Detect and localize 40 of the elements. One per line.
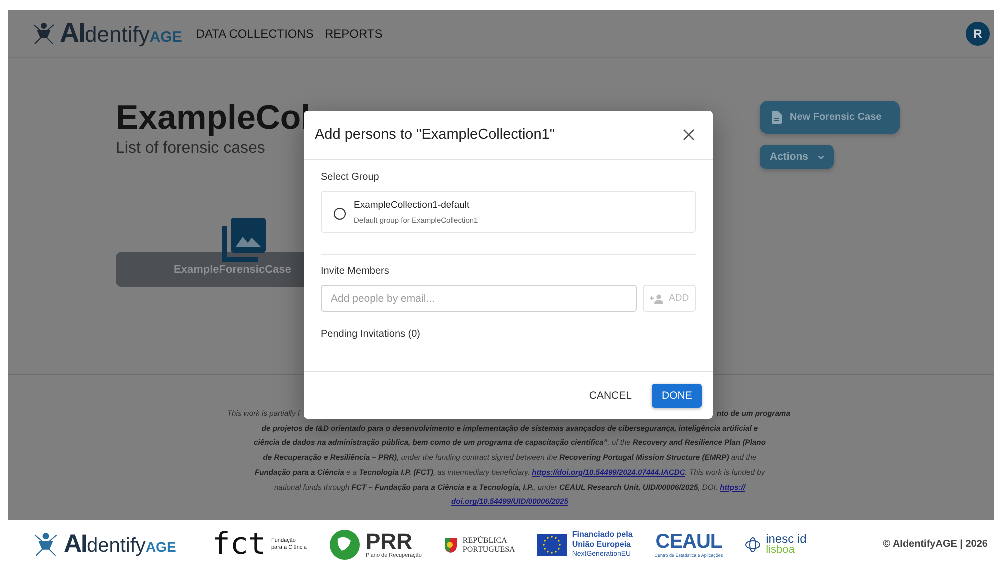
dialog-title: Add persons to "ExampleCollection1": [315, 127, 556, 143]
logo-wordmark[interactable]: AIdentifyAGE: [60, 18, 182, 49]
new-forensic-case-button[interactable]: New Forensic Case: [760, 101, 900, 134]
actions-button[interactable]: Actions: [760, 145, 834, 169]
eu-flag-icon: [537, 534, 568, 556]
ceaul-logo-text: CEAUL: [656, 532, 722, 552]
radio-button[interactable]: [334, 208, 346, 220]
case-name: ExampleForensicCase: [174, 264, 292, 276]
document-icon: [772, 111, 782, 124]
copyright-text: © AIdentifyAGE | 2026: [883, 539, 988, 550]
logo-caption: REPÚBLICA: [462, 536, 508, 544]
circle-logo-icon: [328, 528, 361, 560]
chevron-down-icon: [818, 154, 824, 160]
inesc-logo-text: inesc id: [766, 533, 807, 545]
case-card[interactable]: ExampleForensicCase: [116, 252, 304, 287]
done-button[interactable]: DONE: [652, 384, 702, 408]
user-avatar[interactable]: R: [966, 22, 990, 46]
logo-icon: [33, 532, 59, 558]
section-label: Invite Members: [321, 266, 390, 277]
logo-wordmark: AIdentifyAGE: [64, 530, 176, 559]
close-button[interactable]: [681, 127, 697, 143]
cancel-button[interactable]: CANCEL: [579, 384, 642, 408]
nav-link[interactable]: REPORTS: [324, 26, 383, 40]
prr-logo-text: PRR: [366, 530, 412, 552]
swirl-icon: [745, 536, 762, 552]
logo-caption: PORTUGUESA: [462, 544, 516, 554]
emblem-icon: [444, 536, 458, 554]
add-person-icon: [650, 294, 664, 304]
email-field[interactable]: Add people by email...: [321, 285, 638, 312]
logo-caption: União Europeia: [572, 540, 632, 550]
nav-link[interactable]: DATA COLLECTIONS: [196, 26, 314, 40]
logo-caption: Financiado pela: [572, 530, 633, 540]
logo-icon: [32, 22, 56, 46]
pending-invitations-label: Pending Invitations (0): [321, 329, 422, 340]
logo-caption: lisboa: [766, 545, 796, 556]
image-gallery-icon: [220, 216, 268, 264]
page-subtitle: List of forensic cases: [116, 140, 266, 158]
section-label: Select Group: [321, 172, 380, 183]
group-name: ExampleCollection1-default: [354, 200, 471, 210]
fct-logo-text: fct: [212, 530, 266, 560]
